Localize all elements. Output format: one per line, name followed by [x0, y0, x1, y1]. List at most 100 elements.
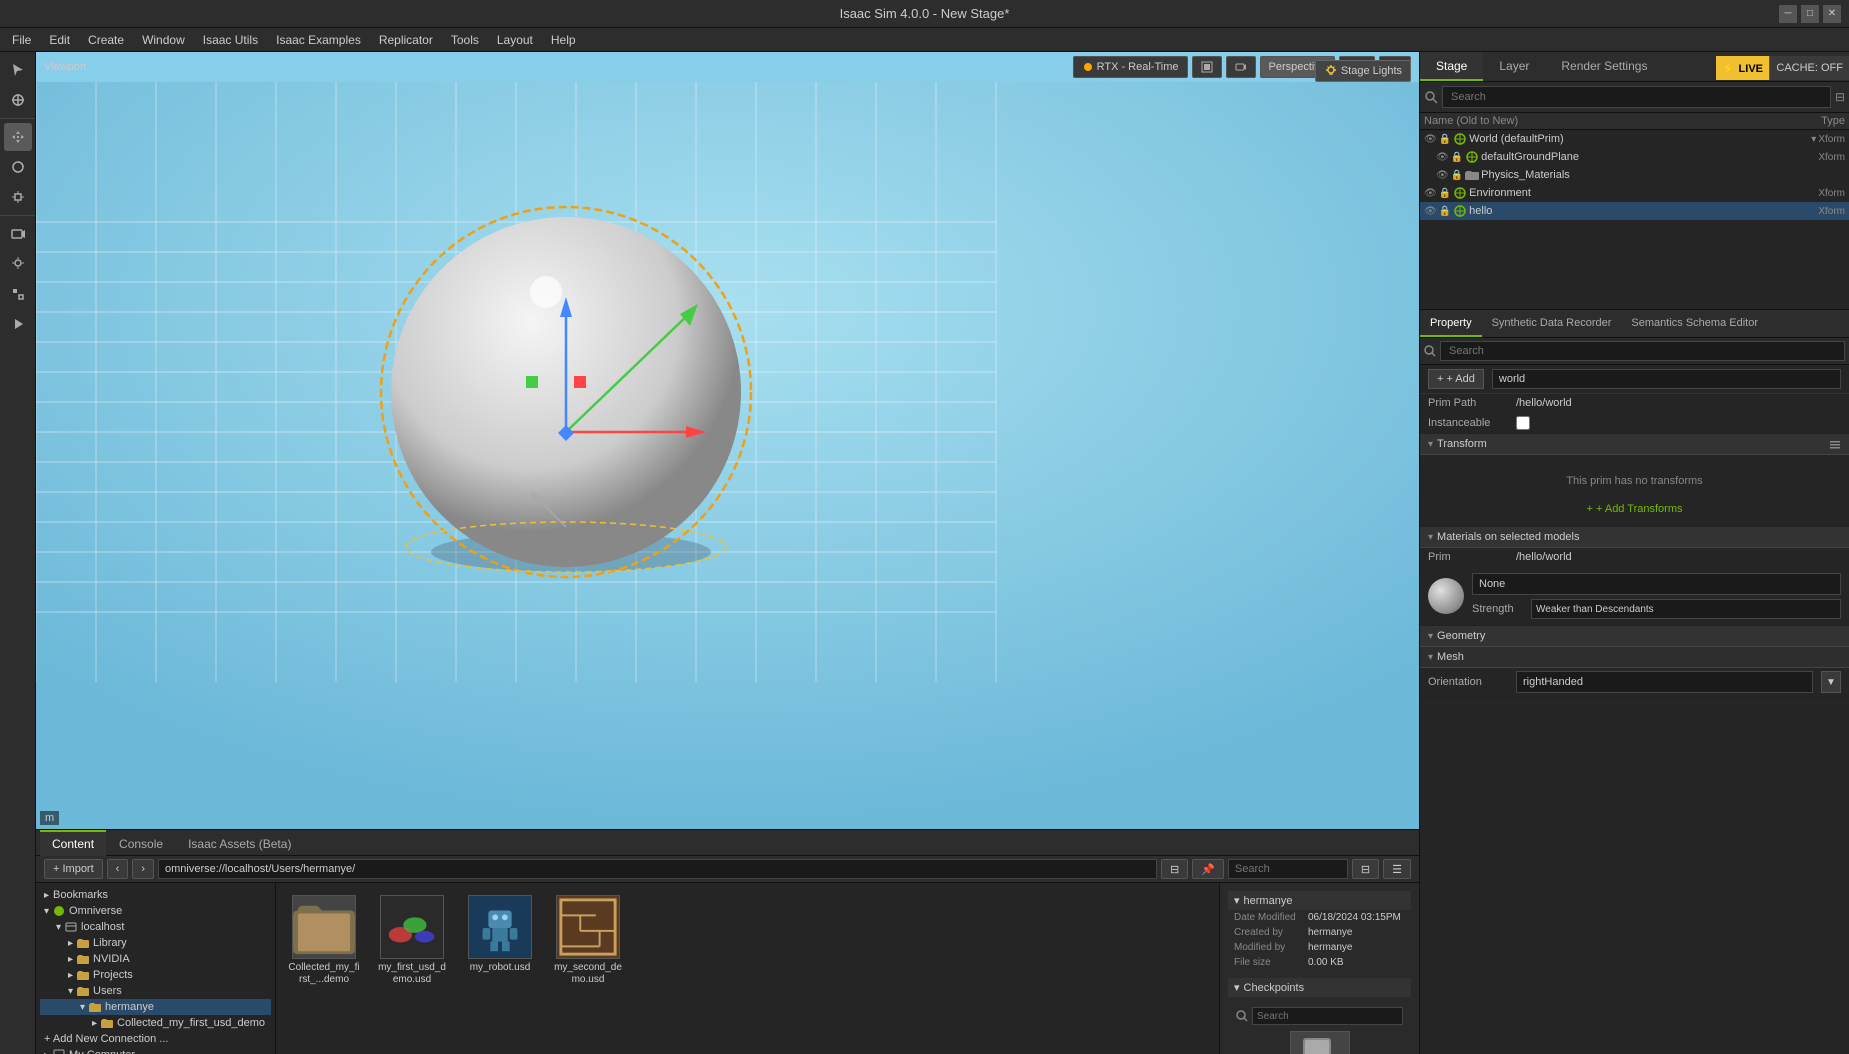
camera-button[interactable]: [1226, 56, 1256, 78]
menu-file[interactable]: File: [4, 31, 39, 49]
date-modified-value: 06/18/2024 03:15PM: [1308, 912, 1401, 923]
stage-row-hello[interactable]: 👁 🔒 hello Xform: [1420, 202, 1849, 220]
menu-create[interactable]: Create: [80, 31, 132, 49]
light-tool-button[interactable]: [4, 250, 32, 278]
play-button[interactable]: [4, 310, 32, 338]
prim-path-row: Prim Path /hello/world: [1420, 394, 1849, 413]
stage-filter-button[interactable]: ⊟: [1835, 90, 1845, 104]
tab-isaac-assets[interactable]: Isaac Assets (Beta): [176, 830, 303, 856]
tree-bookmarks[interactable]: ▸ Bookmarks: [40, 887, 271, 903]
scale-tool-button[interactable]: [4, 183, 32, 211]
stage-row-ground[interactable]: 👁 🔒 defaultGroundPlane Xform: [1420, 148, 1849, 166]
list-view-button[interactable]: ☰: [1383, 859, 1411, 879]
modified-by-label: Modified by: [1234, 942, 1304, 953]
close-button[interactable]: ✕: [1823, 5, 1841, 23]
stage-row-world[interactable]: 👁 🔒 World (defaultPrim) ▾ Xform: [1420, 130, 1849, 148]
grab-tool-button[interactable]: [4, 86, 32, 114]
orientation-select[interactable]: rightHanded: [1516, 671, 1813, 693]
file-tree: ▸ Bookmarks ▾ Omniverse ▾ localhost: [36, 883, 276, 1054]
filter2-button[interactable]: ⊟: [1352, 859, 1379, 879]
transform-section-header[interactable]: ▾ Transform: [1420, 434, 1849, 455]
menu-layout[interactable]: Layout: [489, 31, 541, 49]
back-button[interactable]: ‹: [107, 859, 129, 879]
materials-section-header[interactable]: ▾ Materials on selected models: [1420, 527, 1849, 548]
tree-add-connection[interactable]: + Add New Connection ...: [40, 1031, 271, 1047]
file-name: my_first_usd_demo.usd: [376, 962, 448, 986]
xform-icon: [1453, 132, 1467, 146]
minimize-button[interactable]: ─: [1779, 5, 1797, 23]
strength-select[interactable]: Weaker than Descendants: [1531, 599, 1841, 619]
geometry-section-header[interactable]: ▾ Geometry: [1420, 626, 1849, 647]
file-item[interactable]: my_first_usd_demo.usd: [372, 891, 452, 990]
checkpoints-header[interactable]: ▾ Checkpoints: [1228, 978, 1411, 997]
prop-tab-sdr[interactable]: Synthetic Data Recorder: [1482, 310, 1622, 337]
menu-replicator[interactable]: Replicator: [371, 31, 441, 49]
render-mode-button[interactable]: [1192, 56, 1222, 78]
orientation-menu-button[interactable]: ▼: [1821, 671, 1841, 693]
stage-item-type: Xform: [1818, 152, 1845, 163]
maximize-button[interactable]: □: [1801, 5, 1819, 23]
tree-nvidia[interactable]: ▸ NVIDIA: [40, 951, 271, 967]
stage-item-type: Xform: [1818, 206, 1845, 217]
tree-omniverse[interactable]: ▾ Omniverse: [40, 903, 271, 919]
tree-item-label: Bookmarks: [53, 889, 108, 901]
pin-button[interactable]: 📌: [1192, 859, 1224, 879]
prop-tab-semantics[interactable]: Semantics Schema Editor: [1621, 310, 1768, 337]
rtx-button[interactable]: RTX - Real-Time: [1073, 56, 1188, 78]
stage-search-input[interactable]: [1442, 86, 1831, 108]
file-item[interactable]: Collected_my_first_...demo: [284, 891, 364, 990]
add-attribute-button[interactable]: + + Add: [1428, 369, 1484, 389]
orientation-label: Orientation: [1428, 676, 1508, 688]
tree-users[interactable]: ▾ Users: [40, 983, 271, 999]
import-button[interactable]: + Import: [44, 859, 103, 879]
tree-collected-demo[interactable]: ▸ Collected_my_first_usd_demo: [40, 1015, 271, 1031]
forward-button[interactable]: ›: [132, 859, 154, 879]
checkpoints-search-input[interactable]: [1252, 1007, 1403, 1025]
viewport-toolbar: Viewport RTX - Real-Time Perspective: [36, 56, 1419, 78]
mesh-subsection-header[interactable]: ▾ Mesh: [1420, 647, 1849, 668]
filter-button[interactable]: ⊟: [1161, 859, 1188, 879]
orientation-row: Orientation rightHanded ▼: [1420, 668, 1849, 697]
menu-isaac-utils[interactable]: Isaac Utils: [195, 31, 266, 49]
tree-library[interactable]: ▸ Library: [40, 935, 271, 951]
tab-layer[interactable]: Layer: [1483, 52, 1545, 81]
lock-icon: 🔒: [1439, 134, 1451, 145]
tree-projects[interactable]: ▸ Projects: [40, 967, 271, 983]
visibility-icon: 👁: [1424, 188, 1437, 199]
expand-icon: ▾: [80, 1002, 85, 1013]
instanceable-checkbox[interactable]: [1516, 416, 1530, 430]
tab-stage[interactable]: Stage: [1420, 52, 1483, 81]
tree-my-computer[interactable]: ▸ My Computer: [40, 1047, 271, 1054]
file-item[interactable]: my_robot.usd: [460, 891, 540, 990]
stage-lights-button[interactable]: Stage Lights: [1315, 60, 1411, 82]
tab-content[interactable]: Content: [40, 830, 106, 856]
move-tool-button[interactable]: [4, 123, 32, 151]
rotate-tool-button[interactable]: [4, 153, 32, 181]
file-item[interactable]: my_second_demo.usd: [548, 891, 628, 990]
select-tool-button[interactable]: [4, 56, 32, 84]
snap-button[interactable]: [4, 280, 32, 308]
prop-tab-property[interactable]: Property: [1420, 310, 1482, 337]
stage-row-environment[interactable]: 👁 🔒 Environment Xform: [1420, 184, 1849, 202]
add-transforms-button[interactable]: + + Add Transforms: [1420, 499, 1849, 519]
menu-isaac-examples[interactable]: Isaac Examples: [268, 31, 369, 49]
menu-help[interactable]: Help: [543, 31, 584, 49]
path-input[interactable]: [158, 859, 1157, 879]
live-badge[interactable]: ⚡ LIVE: [1716, 56, 1769, 80]
tree-hermanye[interactable]: ▾ hermanye: [40, 999, 271, 1015]
material-select[interactable]: None: [1472, 573, 1841, 595]
camera-tool-button[interactable]: [4, 220, 32, 248]
prop-search-input[interactable]: [1440, 341, 1845, 361]
info-folder-header[interactable]: ▾ hermanye: [1228, 891, 1411, 910]
menu-edit[interactable]: Edit: [41, 31, 78, 49]
menu-tools[interactable]: Tools: [443, 31, 487, 49]
viewport[interactable]: Viewport RTX - Real-Time Perspective: [36, 52, 1419, 829]
stage-row-physics[interactable]: 👁 🔒 Physics_Materials: [1420, 166, 1849, 184]
browser-search-input[interactable]: [1228, 859, 1348, 879]
tab-console[interactable]: Console: [107, 830, 175, 856]
stage-tree: 👁 🔒 World (defaultPrim) ▾ Xform 👁 🔒 defa…: [1420, 130, 1849, 310]
menu-window[interactable]: Window: [134, 31, 193, 49]
prop-add-value-input[interactable]: [1492, 369, 1841, 389]
tab-render-settings[interactable]: Render Settings: [1545, 52, 1663, 81]
tree-localhost[interactable]: ▾ localhost: [40, 919, 271, 935]
